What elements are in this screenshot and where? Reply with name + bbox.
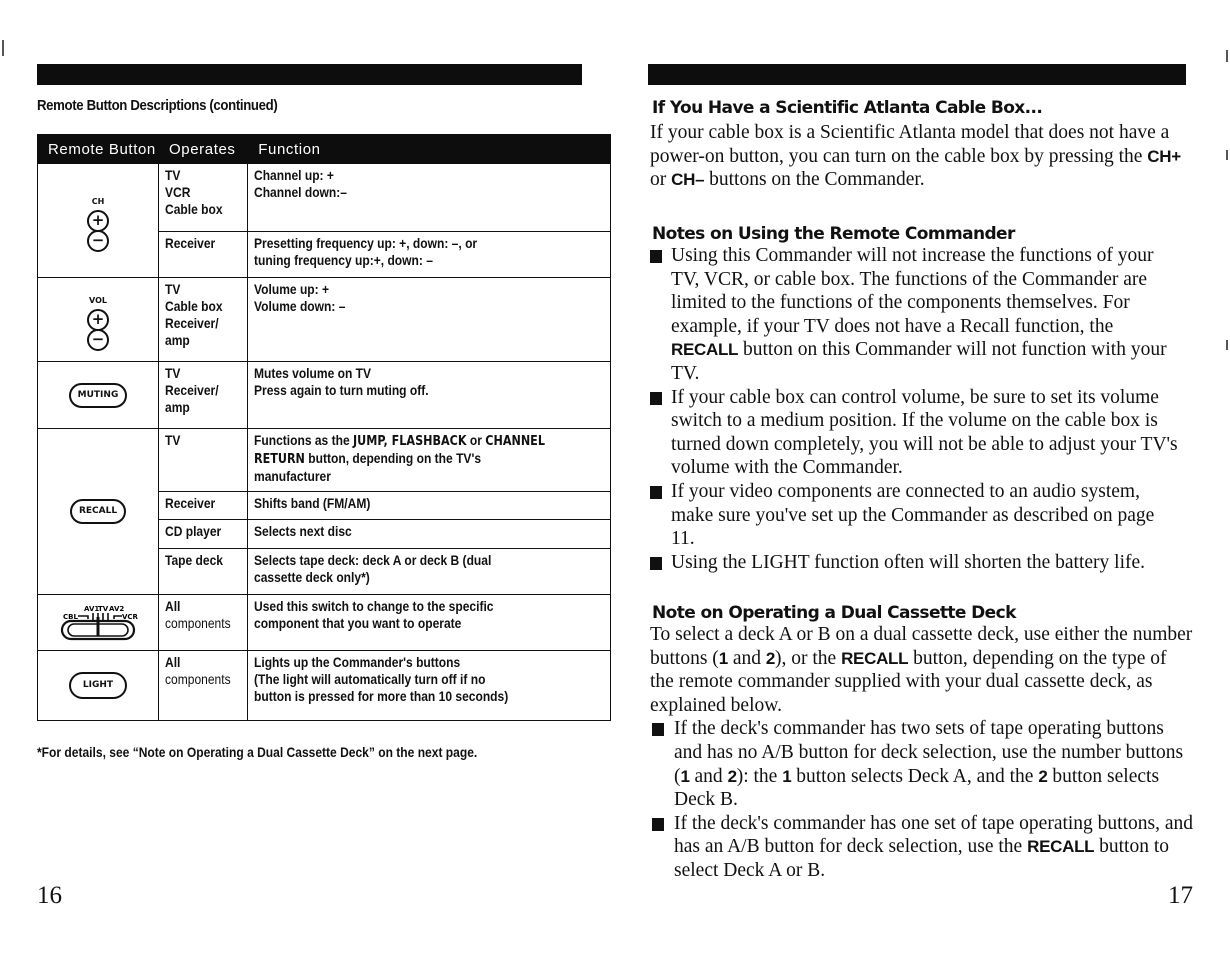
scan-artifact xyxy=(2,40,4,56)
function-cell: Lights up the Commander's buttons (The l… xyxy=(247,650,612,721)
dual-cassette-list: If the deck's commander has two sets of … xyxy=(650,717,1195,882)
scan-artifact xyxy=(1226,340,1228,350)
list-item: If your video components are connected t… xyxy=(650,480,1195,551)
function-cell: Used this switch to change to the specif… xyxy=(247,594,612,651)
table-row: LIGHT All components Lights up the Comma… xyxy=(37,650,612,721)
button-cell: AV1 TV AV2 CBL VCR xyxy=(37,594,159,651)
remote-button-table: Remote Button Operates Function CH + − T… xyxy=(37,134,612,721)
table-row: AV1 TV AV2 CBL VCR All components Used t… xyxy=(37,594,612,651)
function-cell: Functions as the JUMP, FLASHBACK or CHAN… xyxy=(247,428,612,492)
light-button-icon: LIGHT xyxy=(68,672,128,699)
operates-cell: Tape deck xyxy=(157,548,249,595)
heading-notes-commander: Notes on Using the Remote Commander xyxy=(652,224,1015,244)
function-cell: Mutes volume on TV Press again to turn m… xyxy=(247,361,612,429)
column-header-operates: Operates xyxy=(157,134,249,164)
table-row: CH + − TV VCR Cable box Channel up: + Ch… xyxy=(37,163,612,278)
bullet-square-icon xyxy=(652,817,664,831)
button-cell: RECALL xyxy=(37,428,159,595)
switch-label-vcr: VCR xyxy=(122,613,139,621)
operates-cell: TV xyxy=(157,428,249,492)
list-item: If the deck's commander has two sets of … xyxy=(650,717,1195,811)
section-title: Remote Button Descriptions (continued) xyxy=(37,97,278,114)
operates-cell: Receiver xyxy=(157,231,249,278)
scan-artifact xyxy=(1226,150,1228,160)
heading-dual-cassette: Note on Operating a Dual Cassette Deck xyxy=(652,603,1016,623)
footnote: *For details, see “Note on Operating a D… xyxy=(37,744,478,760)
function-cell: Selects next disc xyxy=(247,519,612,549)
list-item: If the deck's commander has one set of t… xyxy=(650,812,1195,883)
bullet-square-icon xyxy=(652,723,664,737)
column-header-remote-button: Remote Button xyxy=(37,134,159,164)
table-header-row: Remote Button Operates Function xyxy=(37,134,612,164)
button-cell: CH + − xyxy=(37,163,159,278)
function-cell: Shifts band (FM/AM) xyxy=(247,491,612,520)
paragraph-scientific-atlanta: If your cable box is a Scientific Atlant… xyxy=(650,122,1181,191)
page-number-right: 17 xyxy=(1168,882,1193,909)
function-cell: Presetting frequency up: +, down: –, or … xyxy=(247,231,612,278)
header-bar-right xyxy=(648,64,1186,85)
table-row: RECALL TV Functions as the JUMP, FLASHBA… xyxy=(37,428,612,595)
operates-cell: TV Receiver/ amp xyxy=(157,361,249,429)
switch-label-av2: AV2 xyxy=(109,605,124,613)
muting-button-icon: MUTING xyxy=(68,382,128,408)
table-row: MUTING TV Receiver/ amp Mutes volume on … xyxy=(37,361,612,429)
function-cell: Volume up: + Volume down: – xyxy=(247,277,612,362)
scan-artifact xyxy=(1226,50,1228,62)
operates-cell: TV Cable box Receiver/ amp xyxy=(157,277,249,362)
vol-rocker-icon: VOL + − xyxy=(87,292,109,351)
ch-rocker-icon: CH + − xyxy=(87,193,109,252)
notes-commander-list: Using this Commander will not increase t… xyxy=(650,244,1195,574)
list-item: Using the LIGHT function often will shor… xyxy=(650,551,1195,575)
bullet-square-icon xyxy=(650,250,662,263)
operates-cell: TV VCR Cable box xyxy=(157,163,249,232)
heading-scientific-atlanta: If You Have a Scientific Atlanta Cable B… xyxy=(652,98,1043,118)
header-bar-left xyxy=(37,64,582,85)
operates-cell: CD player xyxy=(157,519,249,549)
recall-button-icon: RECALL xyxy=(69,499,127,524)
bullet-square-icon xyxy=(650,391,662,405)
operates-cell: Receiver xyxy=(157,491,249,520)
button-cell: MUTING xyxy=(37,361,159,429)
button-cell: VOL + − xyxy=(37,277,159,362)
bullet-square-icon xyxy=(650,556,662,570)
column-header-function: Function xyxy=(247,134,612,164)
function-cell: Channel up: + Channel down:– xyxy=(247,163,612,232)
component-switch-icon: AV1 TV AV2 CBL VCR xyxy=(60,605,139,640)
list-item: If your cable box can control volume, be… xyxy=(650,386,1195,480)
paragraph-dual-cassette: To select a deck A or B on a dual casset… xyxy=(650,624,1195,882)
operates-cell: All components xyxy=(157,594,249,651)
function-cell: Selects tape deck: deck A or deck B (dua… xyxy=(247,548,612,595)
table-row: VOL + − TV Cable box Receiver/ amp Volum… xyxy=(37,277,612,362)
switch-label-cbl: CBL xyxy=(63,613,78,621)
page-number-left: 16 xyxy=(37,882,62,909)
bullet-square-icon xyxy=(650,485,662,499)
list-item: Using this Commander will not increase t… xyxy=(650,244,1195,386)
operates-cell: All components xyxy=(157,650,249,721)
button-cell: LIGHT xyxy=(37,650,159,721)
switch-label-tv: TV xyxy=(98,605,109,613)
